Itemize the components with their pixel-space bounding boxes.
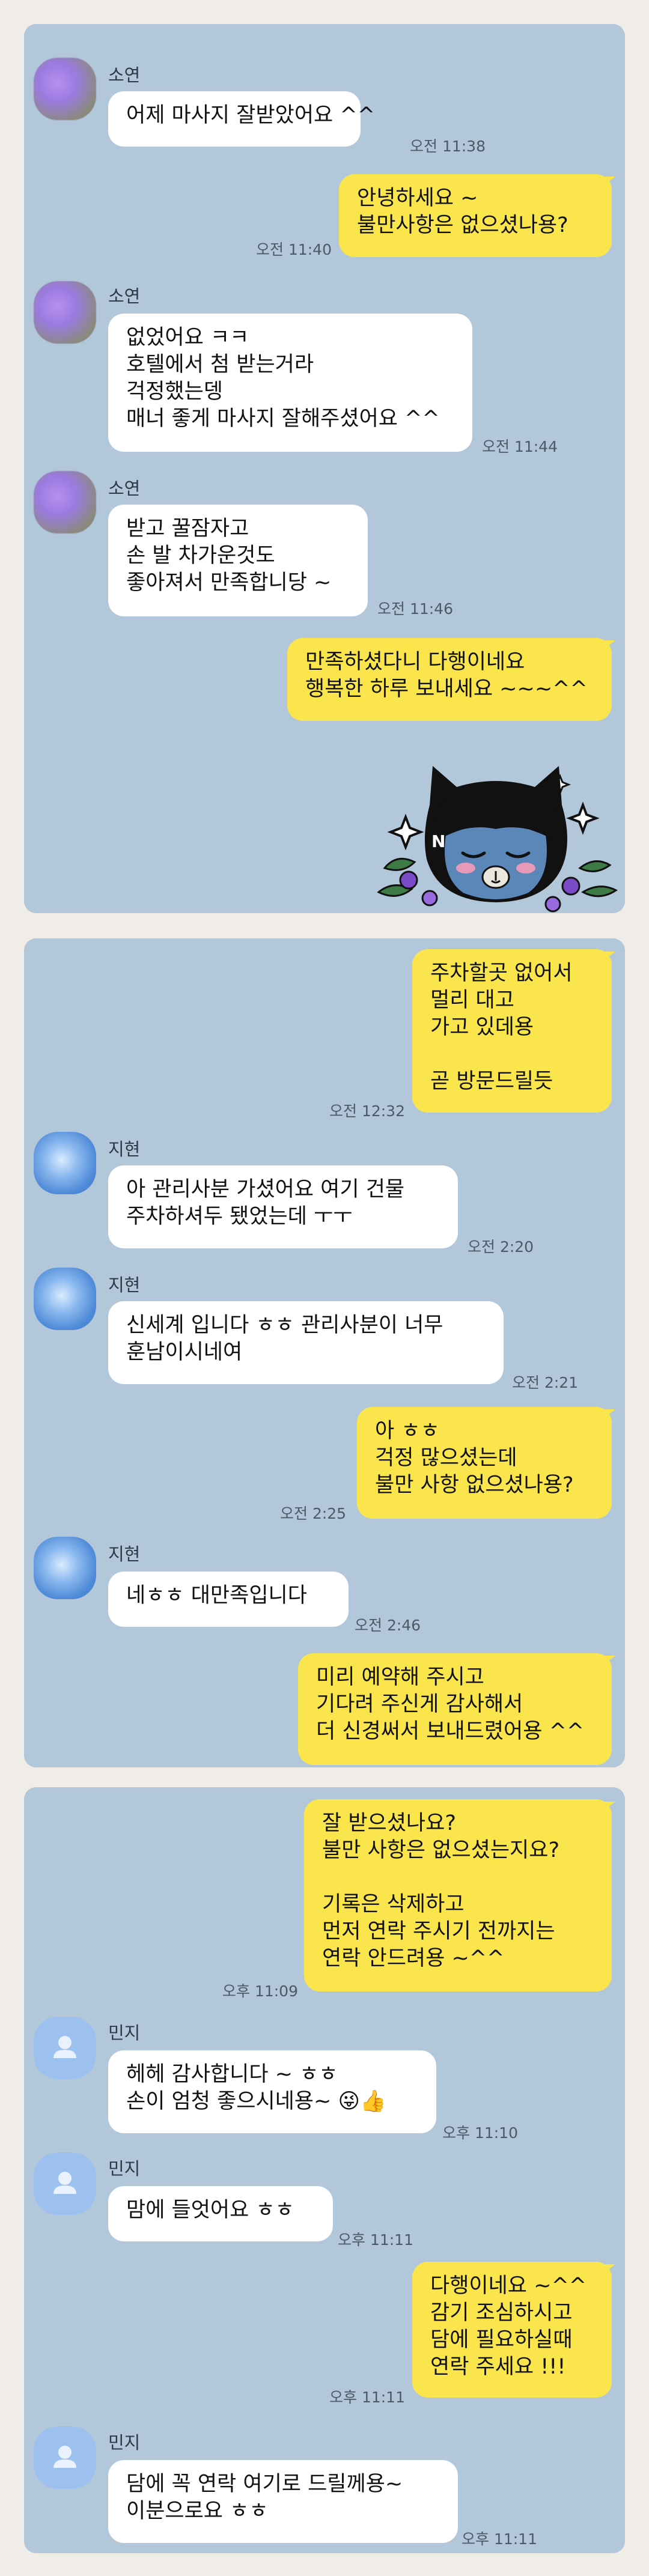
- message-time: 오전 11:38: [410, 138, 486, 155]
- message-time: 오후 11:10: [442, 2124, 518, 2142]
- avatar-minji[interactable]: [34, 2152, 96, 2215]
- avatar-soyeon[interactable]: [34, 471, 96, 533]
- avatar-jihyun[interactable]: [34, 1132, 96, 1194]
- message-bubble-sent[interactable]: 미리 예약해 주시고 기다려 주신게 감사해서 더 신경써서 보내드렸어용 ^^: [298, 1653, 612, 1765]
- message-bubble-received[interactable]: 받고 꿀잠자고 손 발 차가운것도 좋아져서 만족합니당 ~: [108, 505, 368, 616]
- message-bubble-received[interactable]: 맘에 들엇어요 ㅎㅎ: [108, 2186, 333, 2241]
- bubble-tail: [605, 177, 615, 185]
- bubble-tail: [605, 1409, 615, 1418]
- chat-panel-3: 잘 받으셨나요? 불만 사항은 없으셨는지요? 기록은 삭제하고 먼저 연락 주…: [24, 1787, 625, 2553]
- default-profile-icon: [53, 2446, 76, 2468]
- avatar-jihyun[interactable]: [34, 1537, 96, 1599]
- message-time: 오후 11:11: [338, 2231, 413, 2249]
- bubble-tail: [605, 1802, 615, 1810]
- default-profile-icon: [53, 2036, 76, 2058]
- avatar-soyeon[interactable]: [34, 58, 96, 120]
- message-bubble-received[interactable]: 어제 마사지 잘받았어요 ^^: [108, 91, 375, 147]
- sender-name: 지현: [108, 1275, 141, 1295]
- message-time: 오전 12:32: [329, 1102, 405, 1120]
- sender-name: 민지: [108, 2432, 141, 2453]
- chat-panel-2: 주차할곳 없어서 멀리 대고 가고 있데용 곧 방문드릴듯 오전 12:32 지…: [24, 938, 625, 1767]
- message-time: 오후 11:11: [329, 2389, 405, 2406]
- message-bubble-received[interactable]: 없었어요 ㅋㅋ 호텔에서 첨 받는거라 걱정했는뎅 매너 좋게 마사지 잘해주셨…: [108, 314, 472, 452]
- avatar-minji[interactable]: [34, 2426, 96, 2489]
- bubble-tail: [605, 952, 615, 960]
- message-time: 오전 2:25: [280, 1505, 347, 1522]
- chat-panel-1: 소연 어제 마사지 잘받았어요 ^^ 오전 11:38 안녕하세요 ~ 불만사항…: [24, 24, 625, 913]
- default-profile-icon: [53, 2172, 76, 2194]
- message-bubble-received[interactable]: 아 관리사분 가셨어요 여기 건물 주차하셔두 됐었는데 ㅜㅜ: [108, 1165, 458, 1248]
- message-bubble-sent[interactable]: 주차할곳 없어서 멀리 대고 가고 있데용 곧 방문드릴듯: [412, 949, 612, 1113]
- message-time: 오후 11:11: [462, 2530, 537, 2548]
- sender-name: 소연: [108, 286, 141, 306]
- message-time: 오전 2:21: [512, 1374, 579, 1391]
- bubble-tail: [605, 2264, 615, 2273]
- sender-name: 지현: [108, 1544, 141, 1564]
- avatar-soyeon[interactable]: [34, 281, 96, 344]
- message-time: 오전 11:40: [256, 241, 332, 258]
- message-bubble-received[interactable]: 네ㅎㅎ 대만족입니다: [108, 1572, 349, 1627]
- message-bubble-sent[interactable]: 만족하셨다니 다행이네요 행복한 하루 보내세요 ~~~^^: [287, 638, 612, 721]
- avatar-minji[interactable]: [34, 2017, 96, 2079]
- message-bubble-sent[interactable]: 아 ㅎㅎ 걱정 많으셨는데 불만 사항 없으셨나용?: [357, 1407, 612, 1519]
- sleeping-cat-character-sticker[interactable]: N: [373, 739, 625, 913]
- sender-name: 소연: [108, 65, 141, 85]
- message-bubble-sent[interactable]: 잘 받으셨나요? 불만 사항은 없으셨는지요? 기록은 삭제하고 먼저 연락 주…: [304, 1799, 612, 1991]
- sender-name: 민지: [108, 2158, 141, 2179]
- message-time: 오전 11:44: [482, 438, 558, 455]
- sender-name: 민지: [108, 2023, 141, 2043]
- sender-name: 지현: [108, 1139, 141, 1159]
- message-time: 오전 11:46: [377, 600, 453, 618]
- sender-name: 소연: [108, 478, 141, 499]
- message-time: 오후 11:09: [222, 1982, 298, 2000]
- message-bubble-sent[interactable]: 다행이네요 ~^^ 감기 조심하시고 담에 필요하실때 연락 주세요 !!!: [412, 2262, 612, 2398]
- avatar-jihyun[interactable]: [34, 1268, 96, 1330]
- svg-text:N: N: [431, 831, 445, 851]
- message-bubble-sent[interactable]: 안녕하세요 ~ 불만사항은 없으셨나용?: [339, 174, 612, 257]
- message-time: 오전 2:20: [468, 1238, 534, 1256]
- bubble-tail: [605, 640, 615, 649]
- message-time: 오전 2:46: [355, 1617, 421, 1634]
- message-bubble-received[interactable]: 신세계 입니다 ㅎㅎ 관리사분이 너무 훈남이시네여: [108, 1301, 504, 1384]
- bubble-tail: [605, 1656, 615, 1664]
- message-bubble-received[interactable]: 담에 꼭 연락 여기로 드릴께용~ 이분으로요 ㅎㅎ: [108, 2460, 458, 2543]
- message-bubble-received[interactable]: 헤헤 감사합니다 ~ ㅎㅎ 손이 엄청 좋으시네용~ 😜👍: [108, 2050, 436, 2133]
